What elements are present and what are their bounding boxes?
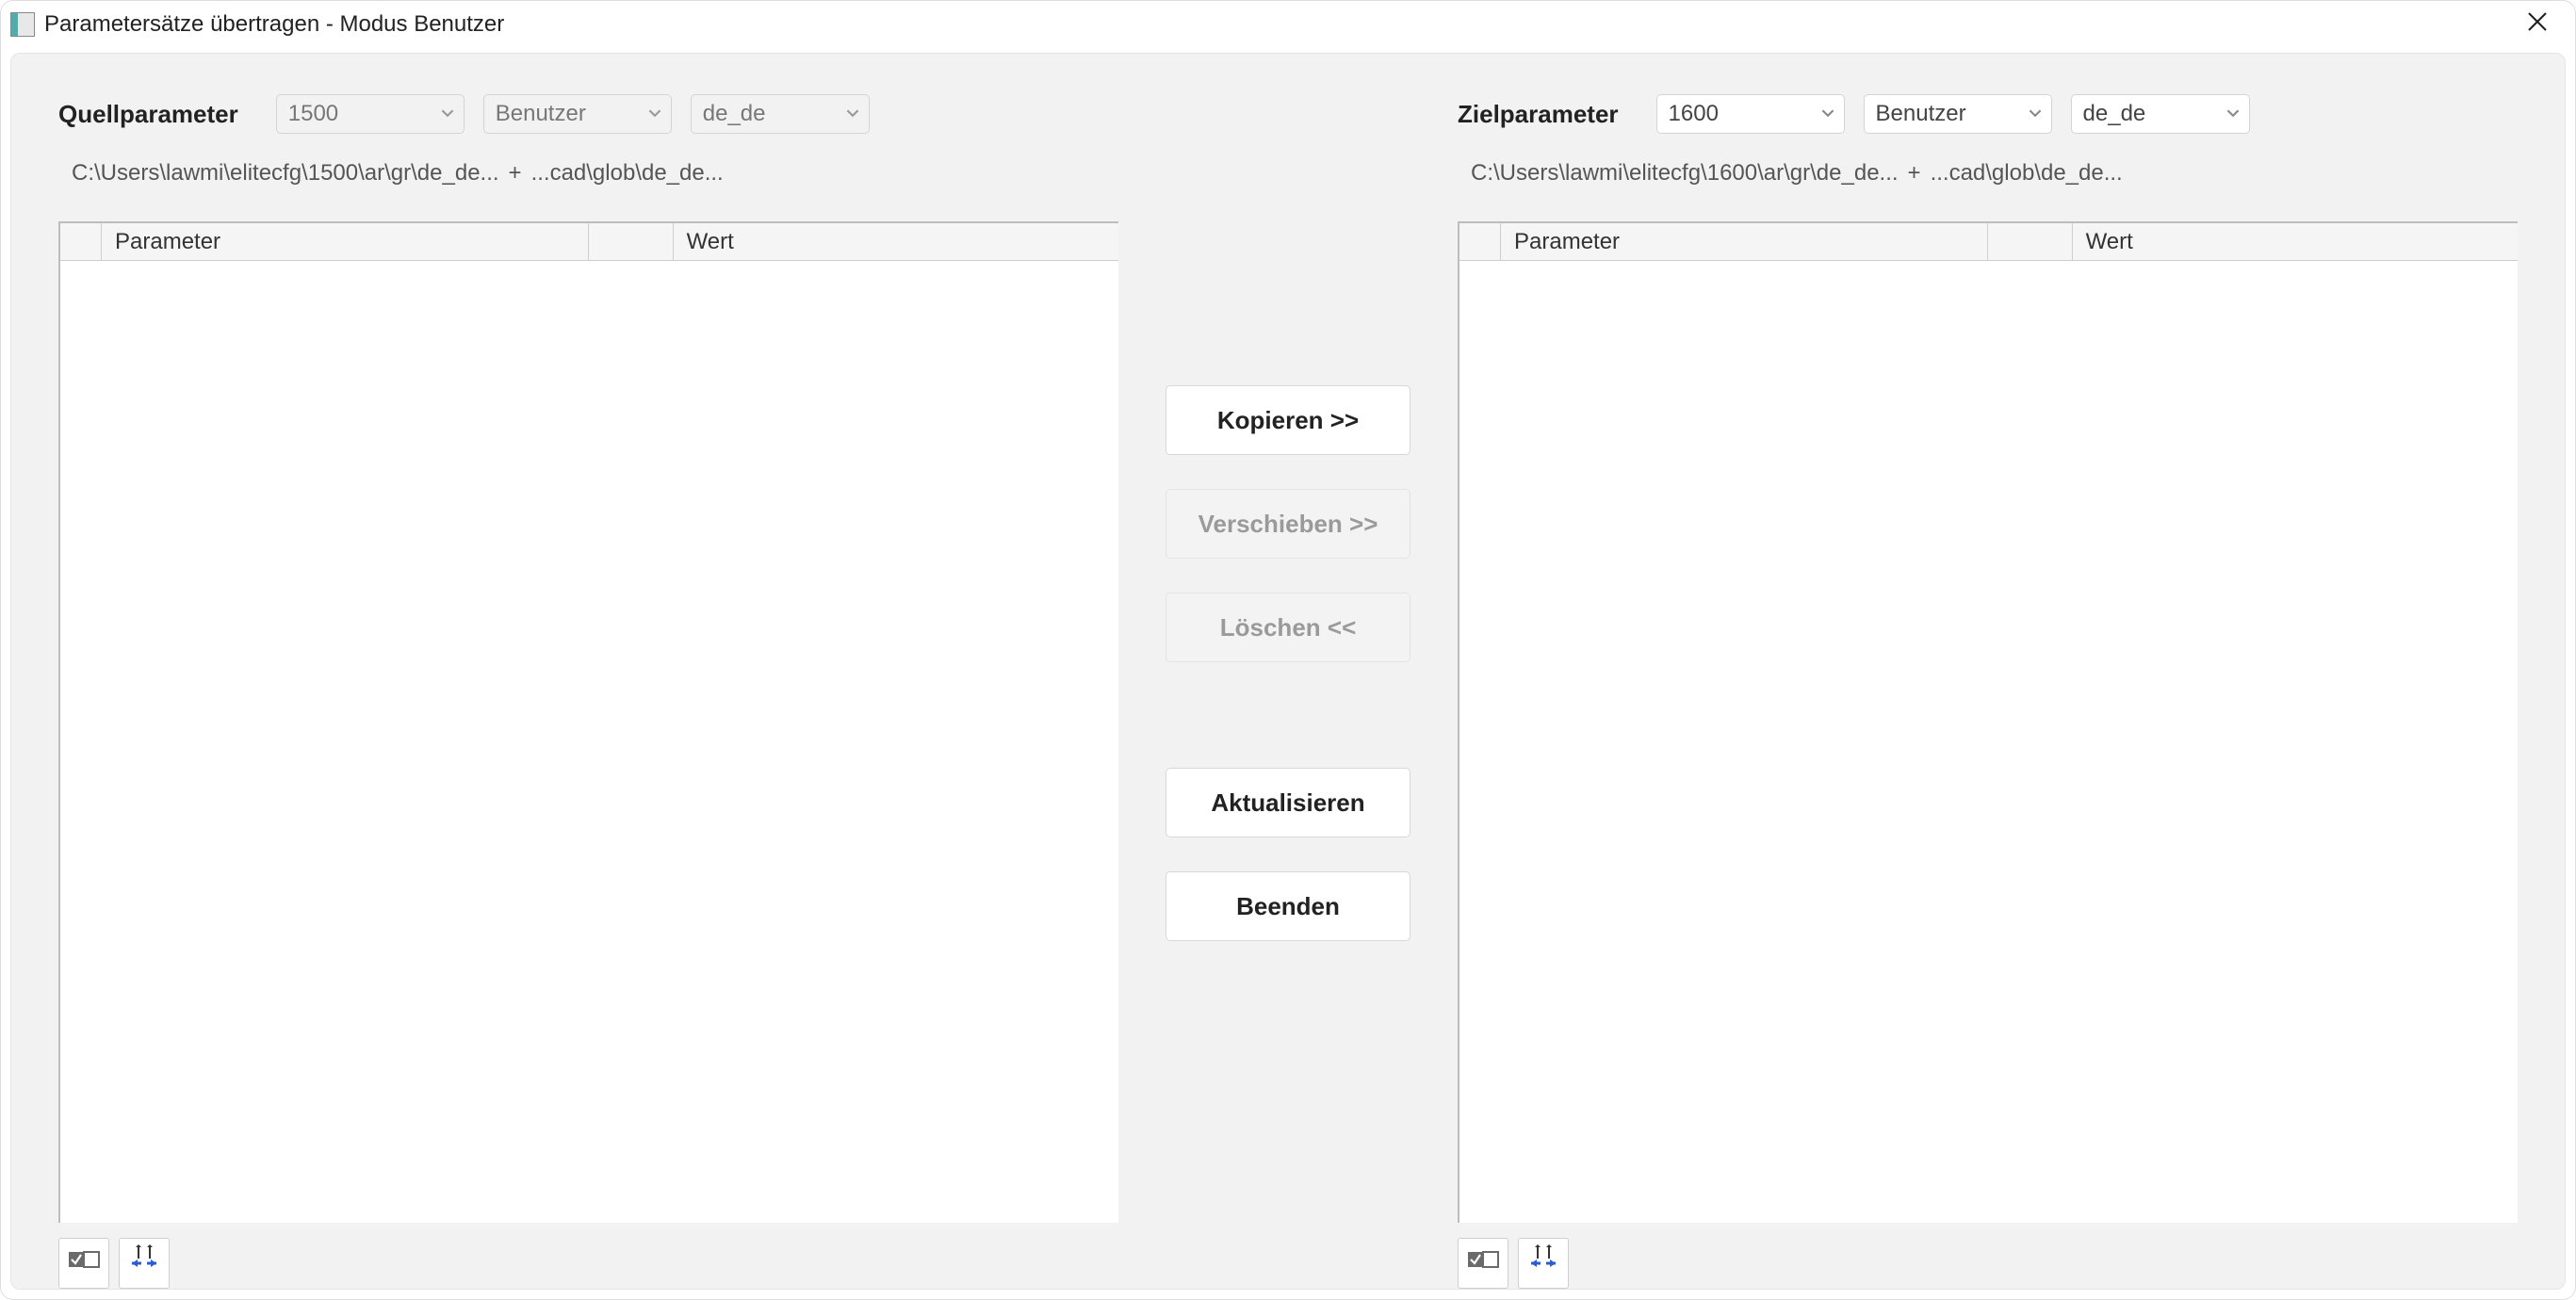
table-header-spacer (1988, 223, 2073, 260)
close-icon (2526, 9, 2549, 40)
app-icon (10, 12, 35, 37)
target-version-select[interactable]: 1600 (1656, 94, 1845, 134)
table-header-wert[interactable]: Wert (2073, 223, 2518, 260)
swap-arrows-icon (128, 1244, 160, 1283)
exit-button[interactable]: Beenden (1166, 871, 1410, 941)
source-label: Quellparameter (58, 100, 238, 129)
copy-button[interactable]: Kopieren >> (1166, 385, 1410, 455)
source-version-select[interactable]: 1500 (276, 94, 465, 134)
table-header: Parameter Wert (60, 223, 1118, 261)
titlebar: Parametersätze übertragen - Modus Benutz… (1, 1, 2575, 48)
source-mode-select[interactable]: Benutzer (483, 94, 672, 134)
close-button[interactable] (2509, 6, 2566, 43)
source-swap-button[interactable] (119, 1238, 170, 1289)
target-table[interactable]: Parameter Wert (1458, 221, 2518, 1223)
target-swap-button[interactable] (1518, 1238, 1569, 1289)
table-header: Parameter Wert (1459, 223, 2518, 261)
chevron-down-icon (2029, 106, 2044, 122)
table-header-spacer (589, 223, 674, 260)
table-header-checkbox[interactable] (60, 223, 102, 260)
window: Parametersätze übertragen - Modus Benutz… (0, 0, 2576, 1300)
delete-button[interactable]: Löschen << (1166, 593, 1410, 662)
refresh-button[interactable]: Aktualisieren (1166, 768, 1410, 837)
target-path: C:\Users\lawmi\elitecfg\1600\ar\gr\de_de… (1458, 154, 2518, 193)
source-panel: Quellparameter 1500 Benutzer (58, 91, 1118, 1289)
chevron-down-icon (846, 106, 861, 122)
target-label: Zielparameter (1458, 100, 1619, 129)
source-toggle-check-button[interactable] (58, 1238, 109, 1289)
source-lang-select[interactable]: de_de (691, 94, 870, 134)
target-panel: Zielparameter 1600 Benutzer (1458, 91, 2518, 1289)
content-area: Quellparameter 1500 Benutzer (10, 53, 2566, 1290)
target-toggle-check-button[interactable] (1458, 1238, 1508, 1289)
swap-arrows-icon (1527, 1244, 1559, 1283)
table-header-parameter[interactable]: Parameter (1501, 223, 1988, 260)
table-header-wert[interactable]: Wert (674, 223, 1118, 260)
checkbox-toggle-icon (68, 1244, 100, 1283)
chevron-down-icon (441, 106, 456, 122)
target-mode-select[interactable]: Benutzer (1864, 94, 2052, 134)
chevron-down-icon (1821, 106, 1836, 122)
chevron-down-icon (648, 106, 663, 122)
table-header-checkbox[interactable] (1459, 223, 1501, 260)
source-table[interactable]: Parameter Wert (58, 221, 1118, 1223)
chevron-down-icon (2226, 106, 2242, 122)
action-button-column: Kopieren >> Verschieben >> Löschen << Ak… (1156, 91, 1420, 1289)
source-path: C:\Users\lawmi\elitecfg\1500\ar\gr\de_de… (58, 154, 1118, 193)
checkbox-toggle-icon (1467, 1244, 1499, 1283)
target-lang-select[interactable]: de_de (2071, 94, 2250, 134)
move-button[interactable]: Verschieben >> (1166, 489, 1410, 559)
table-body[interactable] (1459, 261, 2518, 1223)
window-title: Parametersätze übertragen - Modus Benutz… (44, 11, 504, 38)
table-header-parameter[interactable]: Parameter (102, 223, 589, 260)
table-body[interactable] (60, 261, 1118, 1223)
